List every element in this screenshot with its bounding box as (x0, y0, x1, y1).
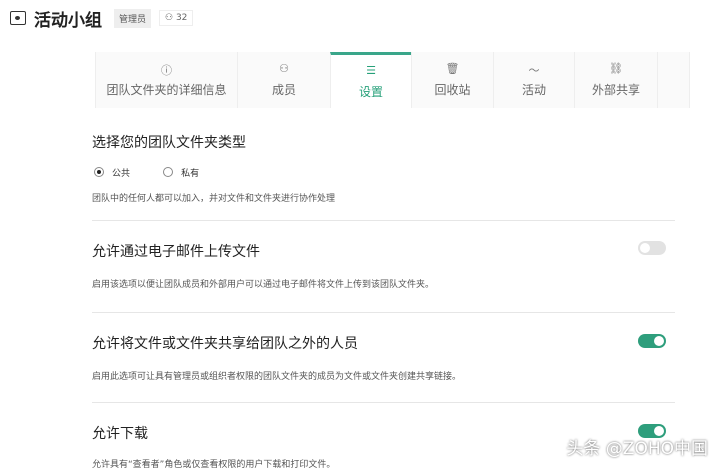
folder-type-section: 选择您的团队文件夹类型 公共 私有 团队中的任何人都可以加入，并对文件和文件夹进… (92, 132, 675, 204)
tab-label: 回收站 (434, 83, 471, 97)
tab-label: 团队文件夹的详细信息 (106, 83, 227, 97)
radio-label: 公共 (112, 168, 131, 179)
team-folder-icon (10, 11, 26, 25)
tab-settings[interactable]: ☰ 设置 (330, 52, 411, 108)
info-icon: ⓘ (161, 64, 172, 77)
setting-email-upload: 允许通过电子邮件上传文件 启用该选项以便让团队成员和外部用户可以通过电子邮件将文… (92, 241, 675, 290)
tab-label: 成员 (271, 83, 296, 97)
divider (92, 402, 675, 403)
section-title: 选择您的团队文件夹类型 (92, 135, 246, 151)
tab-bar: ⓘ 团队文件夹的详细信息 ⚇ 成员 ☰ 设置 🗑︎ 回收站 〜活动 ⛓ 外部共享 (95, 52, 690, 108)
setting-description: 启用此选项可让具有管理员或组织者权限的团队文件夹的成员为文件或文件夹创建共享链接… (92, 372, 462, 382)
tab-activity[interactable]: 〜活动 (493, 52, 574, 108)
divider (92, 312, 675, 313)
members-icon: ⚇ (165, 13, 176, 23)
setting-external-share: 允许将文件或文件夹共享给团队之外的人员 启用此选项可让具有管理员或组织者权限的团… (92, 333, 675, 382)
radio-button[interactable] (163, 167, 174, 177)
members-icon: ⚇ (279, 62, 289, 75)
header: 活动小组 管理员 ⚇ 32 (10, 6, 194, 31)
settings-sliders-icon: ☰ (366, 63, 376, 77)
member-count[interactable]: ⚇ 32 (159, 10, 194, 26)
tab-label: 外部共享 (591, 83, 640, 97)
radio-label: 私有 (181, 168, 200, 179)
tab-external-share[interactable]: ⛓ 外部共享 (574, 52, 657, 108)
tab-spacer (657, 52, 690, 108)
member-count-value: 32 (175, 13, 188, 23)
external-share-toggle[interactable] (638, 334, 666, 348)
radio-public[interactable]: 公共 (94, 166, 130, 179)
page-title: 活动小组 (34, 10, 102, 31)
role-badge: 管理员 (114, 8, 152, 28)
trash-icon: 🗑︎ (445, 62, 460, 75)
radio-private[interactable]: 私有 (163, 166, 199, 179)
tab-details[interactable]: ⓘ 团队文件夹的详细信息 (95, 52, 237, 108)
tab-members[interactable]: ⚇ 成员 (237, 52, 330, 108)
setting-title: 允许将文件或文件夹共享给团队之外的人员 (92, 336, 358, 352)
divider (92, 220, 675, 221)
tab-trash[interactable]: 🗑︎ 回收站 (411, 52, 493, 108)
link-icon: ⛓ (609, 62, 623, 75)
tab-label: 活动 (521, 83, 546, 97)
setting-title: 允许通过电子邮件上传文件 (92, 244, 260, 260)
section-description: 团队中的任何人都可以加入，并对文件和文件夹进行协作处理 (92, 194, 336, 204)
email-upload-toggle[interactable] (638, 241, 666, 255)
watermark: 头条 @ZOHO中国 (566, 439, 708, 459)
tab-label: 设置 (358, 84, 383, 99)
setting-description: 启用该选项以便让团队成员和外部用户可以通过电子邮件将文件上传到该团队文件夹。 (92, 280, 435, 290)
radio-button[interactable] (94, 167, 104, 177)
activity-icon: 〜 (528, 64, 540, 77)
